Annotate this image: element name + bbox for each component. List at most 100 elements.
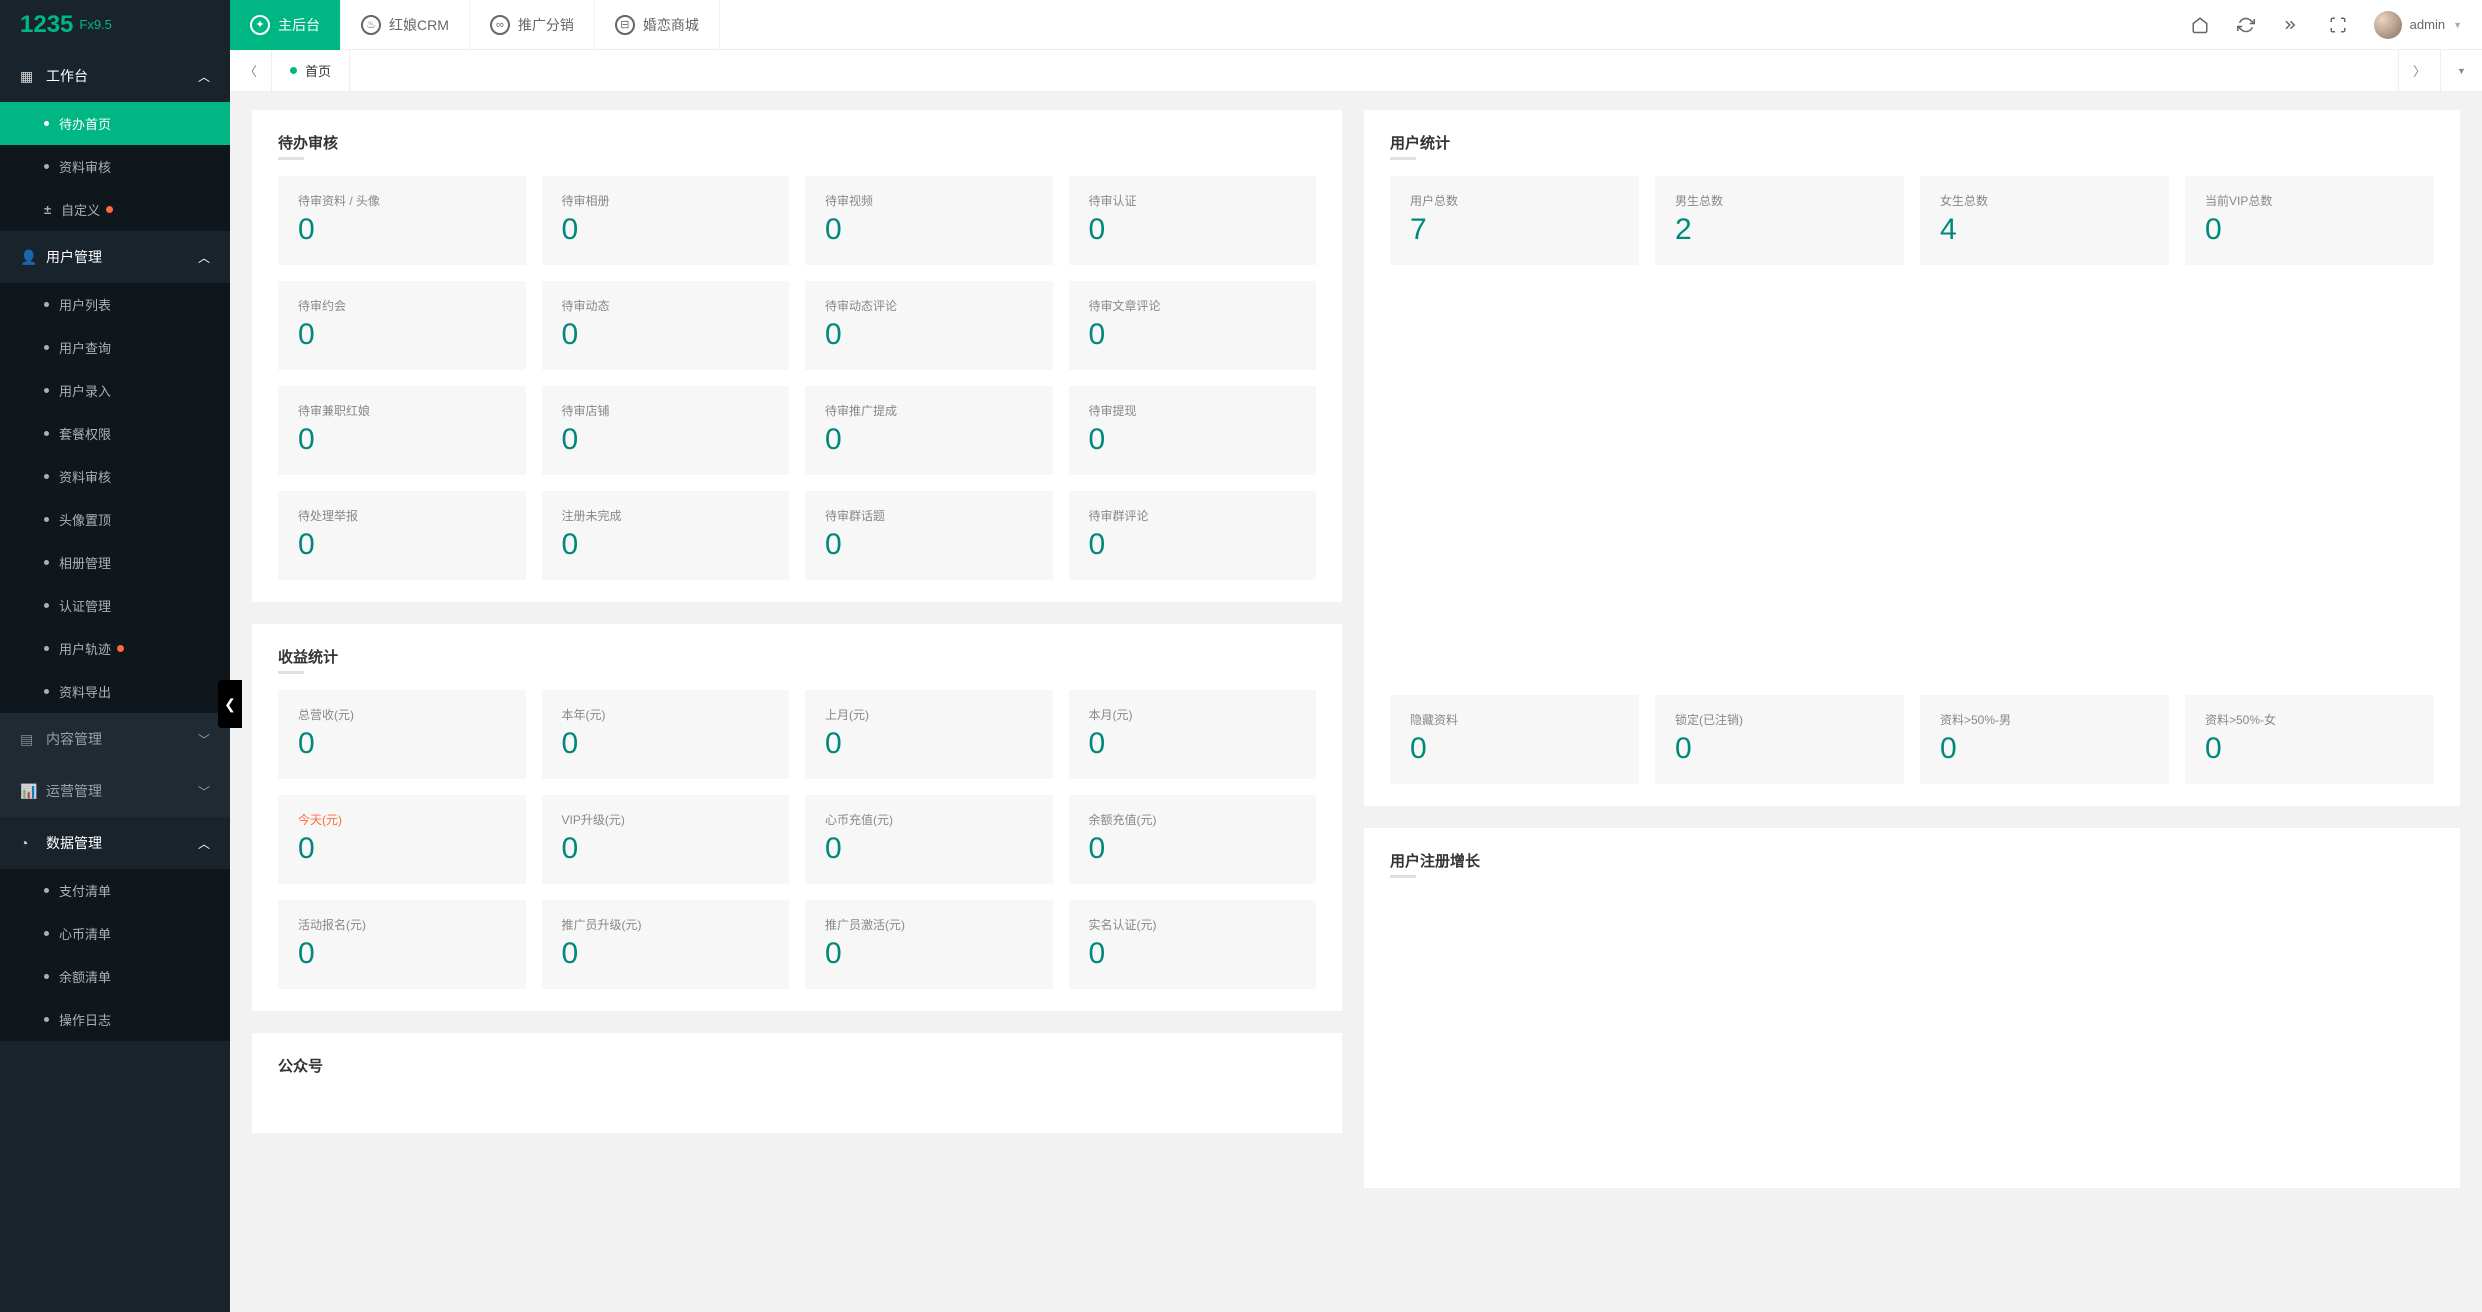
stat-tile[interactable]: 余额充值(元)0 [1069, 795, 1317, 884]
stat-label: VIP升级(元) [562, 811, 770, 828]
sidebar-item[interactable]: 支付清单 [0, 869, 230, 912]
stat-tile[interactable]: 待审文章评论0 [1069, 281, 1317, 370]
stat-label: 实名认证(元) [1089, 916, 1297, 933]
stat-tile[interactable]: 隐藏资料0 [1390, 695, 1639, 784]
topnav-label: 推广分销 [518, 15, 574, 35]
sidebar-item[interactable]: 用户轨迹 [0, 627, 230, 670]
chevron-up-icon: ︿ [198, 835, 210, 852]
sidebar-item[interactable]: 资料审核 [0, 145, 230, 188]
sidebar-item[interactable]: 认证管理 [0, 584, 230, 627]
sidebar-item[interactable]: 套餐权限 [0, 412, 230, 455]
clear-icon[interactable] [2282, 15, 2302, 35]
stat-tile[interactable]: 本年(元)0 [542, 690, 790, 779]
stat-value: 0 [825, 423, 1033, 457]
stat-label: 今天(元) [298, 811, 506, 828]
sidegroup-ops[interactable]: 📊 运营管理 ﹀ [0, 765, 230, 817]
stat-tile[interactable]: 推广员激活(元)0 [805, 900, 1053, 989]
sidegroup-users[interactable]: 👤 用户管理 ︿ [0, 231, 230, 283]
stat-tile[interactable]: 待审店铺0 [542, 386, 790, 475]
sidebar-item[interactable]: ±自定义 [0, 188, 230, 231]
stat-tile[interactable]: 推广员升级(元)0 [542, 900, 790, 989]
pending-grid: 待审资料 / 头像0待审相册0待审视频0待审认证0待审约会0待审动态0待审动态评… [278, 176, 1316, 580]
stat-tile[interactable]: 待审动态0 [542, 281, 790, 370]
stat-tile[interactable]: 女生总数4 [1920, 176, 2169, 265]
tab-home[interactable]: 首页 [272, 50, 350, 92]
topnav-crm[interactable]: ♨ 红娘CRM [341, 0, 470, 50]
stat-tile[interactable]: 锁定(已注销)0 [1655, 695, 1904, 784]
grid-icon: ▦ [20, 68, 36, 85]
stat-tile[interactable]: 注册未完成0 [542, 491, 790, 580]
stat-tile[interactable]: 待审资料 / 头像0 [278, 176, 526, 265]
stat-value: 0 [298, 832, 506, 866]
sidegroup-content[interactable]: ▤ 内容管理 ﹀ [0, 713, 230, 765]
stat-value: 0 [562, 937, 770, 971]
sidebar-item[interactable]: 相册管理 [0, 541, 230, 584]
stat-tile[interactable]: 待审动态评论0 [805, 281, 1053, 370]
sidegroup-data[interactable]: ◔ 数据管理 ︿ [0, 817, 230, 869]
topnav-label: 主后台 [278, 15, 320, 35]
stat-tile[interactable]: 本月(元)0 [1069, 690, 1317, 779]
stat-tile[interactable]: 待审提现0 [1069, 386, 1317, 475]
sidebar-item[interactable]: 用户录入 [0, 369, 230, 412]
stat-label: 当前VIP总数 [2205, 192, 2414, 209]
topbar-right: admin ▼ [2190, 11, 2482, 39]
sidebar-item[interactable]: 余额清单 [0, 955, 230, 998]
dot-icon [44, 931, 49, 936]
sidebar-item[interactable]: 心币清单 [0, 912, 230, 955]
card-pending: 待办审核 待审资料 / 头像0待审相册0待审视频0待审认证0待审约会0待审动态0… [252, 110, 1342, 602]
pie-icon: ◔ [20, 835, 36, 851]
stat-tile[interactable]: 待审群评论0 [1069, 491, 1317, 580]
refresh-icon[interactable] [2236, 15, 2256, 35]
stat-tile[interactable]: 待审群话题0 [805, 491, 1053, 580]
stat-tile[interactable]: 实名认证(元)0 [1069, 900, 1317, 989]
topbar: 1235 Fx9.5 ✦ 主后台 ♨ 红娘CRM ∞ 推广分销 ⊟ 婚恋商城 a… [0, 0, 2482, 50]
stat-label: 待审认证 [1089, 192, 1297, 209]
stat-value: 0 [562, 423, 770, 457]
divider [278, 157, 304, 160]
topnav-mall[interactable]: ⊟ 婚恋商城 [595, 0, 720, 50]
stat-tile[interactable]: 待处理举报0 [278, 491, 526, 580]
sidebar-item[interactable]: 资料审核 [0, 455, 230, 498]
stat-tile[interactable]: 男生总数2 [1655, 176, 1904, 265]
stat-tile[interactable]: 待审约会0 [278, 281, 526, 370]
stat-tile[interactable]: 当前VIP总数0 [2185, 176, 2434, 265]
sidebar-item[interactable]: 头像置顶 [0, 498, 230, 541]
stat-tile[interactable]: 待审认证0 [1069, 176, 1317, 265]
stat-tile[interactable]: 心币充值(元)0 [805, 795, 1053, 884]
stat-label: 待审约会 [298, 297, 506, 314]
sidegroup-workbench[interactable]: ▦ 工作台 ︿ [0, 50, 230, 102]
sidebar-item[interactable]: 用户列表 [0, 283, 230, 326]
revenue-grid: 总营收(元)0本年(元)0上月(元)0本月(元)0今天(元)0VIP升级(元)0… [278, 690, 1316, 989]
sidebar-item[interactable]: 待办首页 [0, 102, 230, 145]
stat-tile[interactable]: 待审推广提成0 [805, 386, 1053, 475]
avatar [2374, 11, 2402, 39]
stat-label: 待审文章评论 [1089, 297, 1297, 314]
home-icon[interactable] [2190, 15, 2210, 35]
stat-tile[interactable]: 待审兼职红娘0 [278, 386, 526, 475]
sidebar-item[interactable]: 用户查询 [0, 326, 230, 369]
tabstrip-next-button[interactable]: 〉 [2398, 50, 2440, 92]
stat-tile[interactable]: 活动报名(元)0 [278, 900, 526, 989]
sidebar-item[interactable]: 资料导出 [0, 670, 230, 713]
stat-tile[interactable]: 待审相册0 [542, 176, 790, 265]
stat-value: 0 [298, 937, 506, 971]
stat-tile[interactable]: 用户总数7 [1390, 176, 1639, 265]
user-chip[interactable]: admin ▼ [2374, 11, 2462, 39]
fullscreen-icon[interactable] [2328, 15, 2348, 35]
sidebar-collapse-handle[interactable]: ❮ [218, 680, 242, 728]
stat-tile[interactable]: 资料>50%-男0 [1920, 695, 2169, 784]
stat-tile[interactable]: 上月(元)0 [805, 690, 1053, 779]
tabstrip-menu-button[interactable]: ▼ [2440, 50, 2482, 92]
stat-tile[interactable]: 今天(元) 0 [278, 795, 526, 884]
sidegroup-label: 工作台 [46, 66, 88, 86]
topnav-promo[interactable]: ∞ 推广分销 [470, 0, 595, 50]
stat-value: 0 [298, 727, 506, 761]
stat-tile[interactable]: VIP升级(元)0 [542, 795, 790, 884]
sidebar-item[interactable]: 操作日志 [0, 998, 230, 1041]
stat-tile[interactable]: 待审视频0 [805, 176, 1053, 265]
topnav-main[interactable]: ✦ 主后台 [230, 0, 341, 50]
chevron-up-icon: ︿ [198, 249, 210, 266]
stat-tile[interactable]: 总营收(元)0 [278, 690, 526, 779]
stat-tile[interactable]: 资料>50%-女0 [2185, 695, 2434, 784]
tabstrip-prev-button[interactable]: 〈 [230, 50, 272, 92]
